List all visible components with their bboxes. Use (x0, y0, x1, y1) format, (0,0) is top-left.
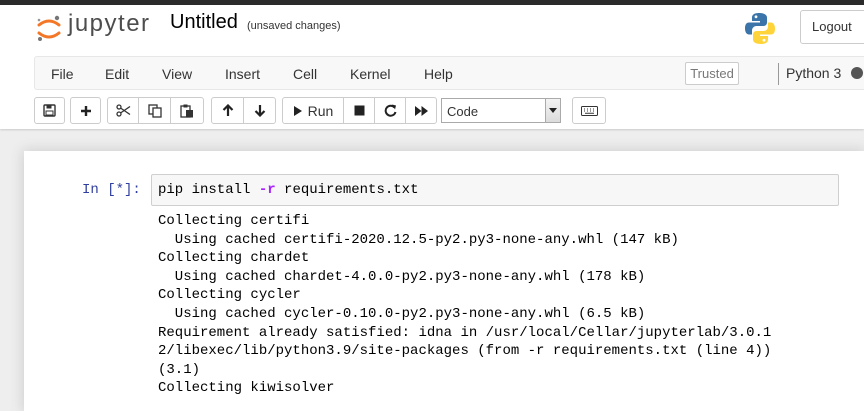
restart-button[interactable] (374, 97, 406, 124)
paste-button[interactable] (170, 97, 204, 124)
move-up-button[interactable] (211, 97, 244, 124)
jupyter-logo-icon[interactable] (36, 14, 62, 44)
output-line: Collecting kiwisolver (158, 380, 335, 397)
copy-icon (147, 103, 162, 118)
cut-button[interactable] (107, 97, 139, 124)
plus-icon (80, 105, 91, 116)
menu-file[interactable]: File (51, 66, 74, 82)
python-logo-icon (745, 13, 775, 44)
notebook-title[interactable]: Untitled (170, 11, 238, 34)
keyboard-icon (580, 105, 598, 116)
run-button-label: Run (307, 102, 334, 119)
trusted-indicator[interactable]: Trusted (685, 62, 739, 85)
menu-kernel[interactable]: Kernel (350, 66, 390, 82)
kernel-separator (778, 63, 779, 85)
fast-forward-icon (414, 105, 428, 116)
move-down-button[interactable] (243, 97, 276, 124)
scissors-icon (115, 104, 130, 117)
save-button[interactable] (34, 97, 65, 124)
copy-button[interactable] (138, 97, 171, 124)
menu-help[interactable]: Help (424, 66, 453, 82)
code-line: pip install -r requirements.txt (158, 182, 418, 198)
output-line: Using cached cycler-0.10.0-py2.py3-none-… (158, 305, 646, 322)
play-icon (293, 105, 302, 116)
output-line: Collecting cycler (158, 287, 301, 304)
run-button[interactable]: Run (282, 97, 344, 124)
cell-output: Collecting certifi Using cached certifi-… (158, 212, 771, 398)
logout-button[interactable]: Logout (800, 10, 864, 44)
code-flag: -r (258, 182, 276, 198)
output-line: Collecting certifi (158, 213, 310, 229)
output-line: (3.1) (158, 361, 201, 378)
restart-icon (384, 104, 396, 117)
menu-edit[interactable]: Edit (105, 66, 129, 82)
arrow-up-icon (222, 104, 233, 116)
output-line: Using cached certifi-2020.12.5-py2.py3-n… (158, 231, 679, 248)
menu-insert[interactable]: Insert (225, 66, 260, 82)
output-line: 2/libexec/lib/python3.9/site-packages (f… (158, 343, 772, 360)
code-argument: requirements.txt (275, 182, 419, 198)
insert-cell-button[interactable] (70, 97, 101, 124)
output-line: Collecting chardet (158, 250, 310, 267)
menu-view[interactable]: View (162, 66, 192, 82)
interrupt-button[interactable] (343, 97, 375, 124)
code-input[interactable]: pip install -r requirements.txt (151, 174, 839, 206)
output-line: Using cached chardet-4.0.0-py2.py3-none-… (158, 268, 646, 285)
kernel-name[interactable]: Python 3 (786, 65, 841, 81)
cell-type-value: Code (447, 104, 479, 119)
code-command: pip install (158, 182, 259, 198)
arrow-down-icon (254, 105, 265, 117)
paste-icon (180, 104, 193, 118)
command-palette-button[interactable] (572, 97, 606, 124)
save-status: (unsaved changes) (247, 20, 341, 32)
output-line: Requirement already satisfied: idna in /… (158, 324, 772, 341)
menu-cell[interactable]: Cell (293, 66, 317, 82)
save-icon (43, 104, 56, 117)
cell-prompt: In [*]: (82, 182, 141, 198)
kernel-busy-indicator (851, 67, 863, 79)
restart-run-all-button[interactable] (405, 97, 437, 124)
jupyter-logo-text[interactable]: jupyter (68, 10, 151, 38)
chevron-down-icon (545, 99, 560, 122)
stop-icon (354, 105, 364, 116)
cell-type-select[interactable]: Code (441, 98, 561, 123)
